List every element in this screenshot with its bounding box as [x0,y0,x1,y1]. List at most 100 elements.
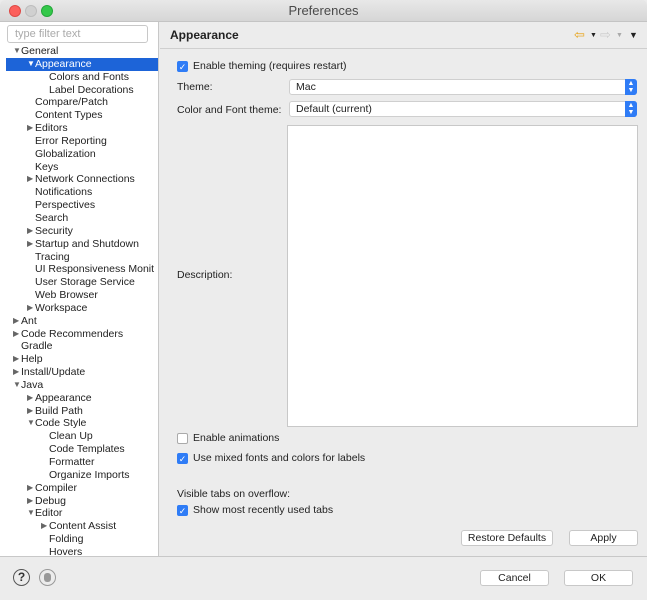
filter-input[interactable] [7,25,148,43]
tree-item-label: Ant [21,314,37,327]
enable-animations-label: Enable animations [193,432,280,444]
description-area[interactable] [287,125,638,427]
tree-item[interactable]: ▶ Compiler [0,481,158,495]
tree-item-label: Clean Up [49,430,93,443]
tree-item[interactable]: User Storage Service [0,276,158,289]
tree-item[interactable]: Notifications [0,186,158,199]
tree-item[interactable]: ▶ Help [0,353,158,366]
zoom-window-button[interactable] [41,5,53,17]
theme-value: Mac [296,81,316,93]
tree-item[interactable]: ▼ General [0,45,158,58]
import-export-icon[interactable] [39,569,56,586]
tree-item[interactable]: ▼ Appearance [6,57,158,71]
close-window-button[interactable] [9,5,21,17]
collapsed-arrow-icon[interactable]: ▶ [41,520,47,533]
tree-item[interactable]: ▶ Debug [0,495,158,508]
tree-item[interactable]: Compare/Patch [0,96,158,109]
tree-item[interactable]: Clean Up [0,430,158,443]
tree-item-label: Install/Update [21,366,86,379]
expanded-arrow-icon[interactable]: ▼ [27,58,35,71]
tree-item-label: Formatter [49,456,95,468]
tree-item-label: Appearance [35,57,92,70]
theme-select[interactable]: Mac ▲ ▼ [289,79,637,95]
tree-item[interactable]: Keys [0,160,158,174]
tree-item[interactable]: ▶ Network Connections [0,173,158,186]
tree-item[interactable]: Colors and Fonts [0,71,158,84]
collapsed-arrow-icon[interactable]: ▶ [27,122,33,135]
title-bar: Preferences [0,0,647,22]
collapsed-arrow-icon[interactable]: ▶ [13,315,19,328]
expanded-arrow-icon[interactable]: ▼ [27,507,35,520]
tree-item[interactable]: Tracing [0,251,158,264]
color-font-theme-select[interactable]: Default (current) ▲ ▼ [289,101,637,117]
restore-defaults-button[interactable]: Restore Defaults [461,530,553,546]
tree-item[interactable]: UI Responsiveness Monit [0,263,158,276]
collapsed-arrow-icon[interactable]: ▶ [27,392,33,405]
tree-item[interactable]: ▶ Security [0,225,158,238]
tree-item[interactable]: ▶ Install/Update [0,366,158,379]
collapsed-arrow-icon[interactable]: ▶ [27,225,33,238]
tree-item[interactable]: ▼ Java [0,379,158,392]
tree-item[interactable]: ▶ Startup and Shutdown [0,238,158,251]
tree-item[interactable]: Web Browser [0,289,158,302]
collapsed-arrow-icon[interactable]: ▶ [27,238,33,251]
enable-animations-checkbox[interactable] [177,433,188,444]
tree-item-label: Content Types [35,109,103,122]
show-recent-tabs-checkbox[interactable]: ✓ [177,505,188,516]
tree-item[interactable]: Error Reporting [0,135,158,148]
tree-item[interactable]: ▶ Editors [0,122,158,135]
tree-item[interactable]: Label Decorations [0,83,158,97]
tree-item-label: Keys [35,160,59,173]
expanded-arrow-icon[interactable]: ▼ [27,417,35,430]
collapsed-arrow-icon[interactable]: ▶ [27,302,33,315]
select-stepper-icon: ▲ ▼ [625,101,637,117]
tree-item-label: Web Browser [35,289,98,302]
tree-item[interactable]: Globalization [0,148,158,161]
collapsed-arrow-icon[interactable]: ▶ [27,482,33,495]
tree-item[interactable]: ▶ Appearance [0,392,158,405]
collapsed-arrow-icon[interactable]: ▶ [13,328,19,341]
mixed-fonts-checkbox[interactable]: ✓ [177,453,188,464]
collapsed-arrow-icon[interactable]: ▶ [13,353,19,366]
preferences-sidebar: ▼General▼AppearanceColors and FontsLabel… [0,22,159,556]
expanded-arrow-icon[interactable]: ▼ [13,379,21,392]
collapsed-arrow-icon[interactable]: ▶ [13,366,19,379]
back-arrow-icon[interactable]: ⇦ [574,27,585,43]
tree-item[interactable]: Formatter [0,456,158,469]
tree-item[interactable]: ▶ Content Assist [0,520,158,533]
collapsed-arrow-icon[interactable]: ▶ [27,495,33,508]
tree-item[interactable]: ▶ Build Path [0,405,158,418]
tree-item[interactable]: Hovers [0,546,158,556]
cancel-button[interactable]: Cancel [480,570,549,586]
tree-item-label: Label Decorations [49,83,134,96]
collapsed-arrow-icon[interactable]: ▶ [27,173,33,186]
tree-item-label: User Storage Service [35,276,135,289]
tree-item[interactable]: Code Templates [0,443,158,456]
back-menu-chevron-icon[interactable]: ▼ [590,32,597,39]
color-font-theme-label: Color and Font theme: [177,104,282,116]
tree-item[interactable]: Folding [0,533,158,546]
tree-item[interactable]: ▶ Ant [0,314,158,328]
preference-page: Appearance ⇦ ▼ ⇨ ▼ ▼ ✓ Enable theming (r… [160,22,647,556]
collapsed-arrow-icon[interactable]: ▶ [27,405,33,418]
help-icon[interactable]: ? [13,569,30,586]
minimize-window-button[interactable] [25,5,37,17]
tree-item[interactable]: ▶ Code Recommenders [0,327,158,341]
tree-item[interactable]: Search [0,212,158,225]
tree-item[interactable]: Organize Imports [0,469,158,482]
view-menu-icon[interactable]: ▼ [629,30,638,40]
tree-item[interactable]: Perspectives [0,199,158,212]
expanded-arrow-icon[interactable]: ▼ [13,45,21,58]
ok-button[interactable]: OK [564,570,633,586]
tree-item[interactable]: Gradle [0,340,158,353]
tree-item[interactable]: ▶ Workspace [0,302,158,315]
tree-item[interactable]: Content Types [0,109,158,122]
apply-button[interactable]: Apply [569,530,638,546]
tree-item-label: Code Recommenders [21,327,124,340]
enable-theming-checkbox[interactable]: ✓ [177,61,188,72]
tree-item[interactable]: ▼ Code Style [0,417,158,430]
forward-arrow-icon[interactable]: ⇨ [600,27,611,43]
tree-item[interactable]: ▼ Editor [0,507,158,520]
tree-item-label: Compiler [35,481,78,494]
forward-menu-chevron-icon[interactable]: ▼ [616,32,623,39]
